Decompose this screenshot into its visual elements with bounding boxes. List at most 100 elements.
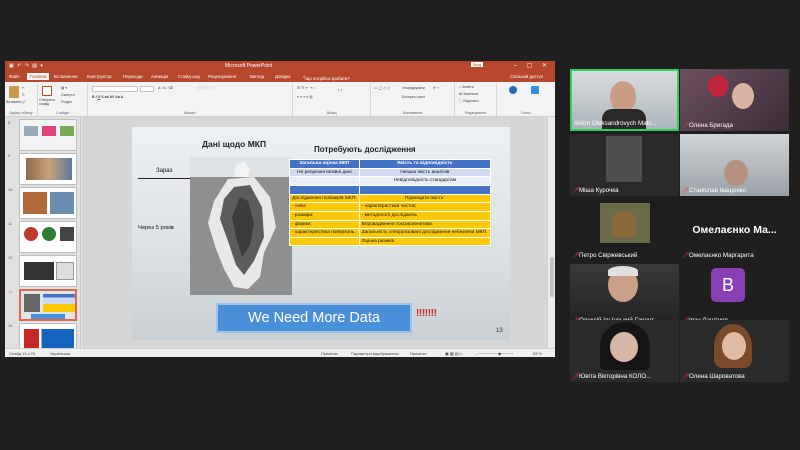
participant-name: 🎤︎Петро Свіржевський (572, 251, 677, 260)
tab-file[interactable]: Файл (9, 74, 20, 79)
muted-mic-icon: 🎤︎ (682, 188, 690, 194)
quick-styles-button[interactable]: Експрес-стилі (402, 95, 425, 99)
muted-mic-icon: 🎤︎ (682, 253, 690, 259)
slide-title-left: Дані щодо МКП (202, 139, 267, 149)
group-slides: Створити слайд ▤ ▾ Скинути Розділ Слайди (38, 83, 88, 116)
font-grow-icons[interactable]: A↑ A↓ ⌫ (158, 86, 173, 90)
font-format-buttons[interactable]: B I U S ab AV Aa A (92, 95, 123, 99)
tab-help[interactable]: Довідка (275, 74, 290, 79)
zoom-level[interactable]: 83 % (533, 351, 542, 356)
slide-thumbnail[interactable] (19, 221, 77, 253)
zoom-slider[interactable]: – ───────◆─── + (475, 351, 513, 356)
table-cell: Не репрезентативні дані (289, 167, 360, 178)
person-face (724, 160, 748, 186)
table-cell: Низька якість аналізів (358, 167, 492, 178)
participant-tile-6[interactable]: 🎤︎Олексій Ільїнський Гарант ... (570, 264, 679, 326)
participant-tile-9[interactable]: 🎤︎Олена Шароватова (680, 320, 789, 382)
table-spacer (358, 184, 492, 195)
slide-thumbnail[interactable] (19, 153, 77, 185)
participant-name: Anton Oleksandrovych Mats... (574, 120, 657, 127)
view-buttons[interactable]: ▣ ▦ ▤ ▷ (445, 351, 463, 356)
dictate-icon[interactable] (509, 86, 517, 94)
label-now: Зараз (156, 168, 173, 174)
participant-tile-5[interactable]: Омелаєнко Ма... 🎤︎Омелаєнко Маргарита (680, 199, 789, 261)
thumbnail-table (43, 294, 75, 312)
tell-me-search[interactable]: ⌕ Що потрібно зробити? (303, 74, 350, 81)
participant-name: 🎤︎Олена Шароватова (682, 372, 787, 381)
text-direction-icon[interactable]: ⤓ ▾ (338, 88, 342, 92)
ribbon-tabs: Файл Головна Вставлення Конструктор Пере… (5, 72, 555, 82)
tab-review[interactable]: Рецензування (208, 74, 236, 79)
table-cell: - форми; (289, 219, 360, 230)
list-buttons[interactable]: ☰ ☷ ⇤ ⇥ ↕ (297, 86, 315, 90)
group-slides-label: Слайди (56, 111, 69, 115)
tab-insert[interactable]: Вставлення (54, 74, 77, 79)
slide-thumbnail[interactable] (19, 255, 77, 287)
tab-home[interactable]: Головна (27, 73, 50, 80)
tab-view[interactable]: Вигляд (250, 74, 264, 79)
group-paragraph: ☰ ☷ ⇤ ⇥ ↕ ≡ ≡ ≡ ≡ ▥ ⤓ ▾ Абзац (293, 83, 371, 116)
find-button[interactable]: ⌕ Знайти (459, 85, 474, 89)
select-button[interactable]: ⬚ Виділити (459, 99, 478, 103)
comments-button[interactable]: Примітки (410, 351, 427, 356)
designer-icon[interactable] (531, 86, 539, 94)
participant-tile-1[interactable]: 🎤︎Олена Бригада (680, 69, 789, 131)
tab-animations[interactable]: Анімація (151, 74, 168, 79)
slide-counter: Слайд 13 з 76 (9, 351, 36, 356)
quick-access-toolbar[interactable]: ▣ ↶ ↷ ▤ ▾ (9, 63, 44, 69)
reset-button[interactable]: Скинути (61, 93, 75, 97)
participant-tile-0[interactable]: Anton Oleksandrovych Mats... (570, 69, 679, 131)
sign-in-button[interactable]: Вхід (471, 62, 483, 67)
layout-button[interactable]: ▤ ▾ (61, 86, 67, 90)
participant-tile-8[interactable]: 🎤︎Ювіта Вікторівна КОЛО... (570, 320, 679, 382)
thumbnail-image (24, 126, 38, 136)
ppt-window-title: Microsoft PowerPoint (225, 63, 273, 69)
group-font-label: Шрифт (184, 111, 196, 115)
display-settings-button[interactable]: Параметри відображення (351, 351, 399, 356)
tab-slideshow[interactable]: Слайд-шоу (178, 74, 200, 79)
vertical-scrollbar[interactable] (547, 117, 555, 348)
replace-button[interactable]: ⇄ Замінити (459, 92, 478, 96)
table-cell: Підвищити якість: (358, 193, 492, 204)
slide-thumbnails-pane[interactable]: 8 9 10 11 12 13 14 (5, 117, 81, 355)
participant-tile-3[interactable]: 🎤︎Станіслав Іващенко (680, 134, 789, 196)
window-controls[interactable]: – ▢ ✕ (514, 62, 551, 69)
participant-name-text: Міша Курочка (579, 187, 619, 194)
font-size-field[interactable] (140, 86, 154, 92)
thumbnail-image (24, 329, 74, 349)
tab-design[interactable]: Конструктор (87, 74, 112, 79)
thumbnail-banner (31, 314, 65, 319)
shapes-gallery[interactable]: ▭ ◯ △ ⬠ (374, 86, 390, 90)
share-button[interactable]: Спільний доступ (510, 74, 543, 79)
paste-button[interactable]: Вставити (6, 100, 21, 104)
label-in-5-years: Через 5 років (138, 225, 174, 231)
participant-name: 🎤︎Олена Бригада (682, 121, 787, 130)
cut-icon[interactable]: ✂ (22, 86, 25, 90)
shape-fill-button[interactable]: ◩ ▾ (433, 86, 439, 90)
slide-thumbnail-current[interactable] (19, 289, 77, 321)
format-painter-icon[interactable]: 🖌 (22, 100, 27, 104)
waterline-divider (138, 178, 190, 180)
table-cell: - методології досліджень (358, 210, 492, 221)
participant-tile-7[interactable]: B 🎤︎Іван Лантінов (680, 264, 789, 326)
table-spacer (289, 184, 360, 195)
copy-icon[interactable]: ⎘ (22, 93, 25, 97)
tab-transitions[interactable]: Переходи (123, 74, 142, 79)
arrange-button[interactable]: Упорядкувати (402, 86, 425, 90)
participant-tile-4[interactable]: 🎤︎Петро Свіржевський (570, 199, 679, 261)
font-name-field[interactable] (92, 86, 138, 92)
slide-thumbnail[interactable] (19, 119, 77, 151)
new-slide-icon[interactable] (42, 86, 52, 96)
participant-name-text: Омелаєнко Маргарита (689, 252, 754, 259)
slide-13: Дані щодо МКП Потребують дослідження Зар… (132, 127, 510, 340)
align-buttons[interactable]: ≡ ≡ ≡ ≡ ▥ (297, 95, 313, 99)
language-indicator[interactable]: Українська (50, 351, 70, 356)
section-button[interactable]: Розділ (61, 100, 72, 104)
new-slide-button[interactable]: Створити слайд (39, 98, 61, 106)
slide-thumbnail[interactable] (19, 187, 77, 219)
scrollbar-thumb[interactable] (550, 257, 554, 297)
participant-name: 🎤︎Станіслав Іващенко (682, 186, 787, 195)
paste-icon[interactable] (9, 86, 19, 98)
participant-tile-2[interactable]: 🎤︎Міша Курочка (570, 134, 679, 196)
notes-button[interactable]: Примітки (321, 351, 338, 356)
